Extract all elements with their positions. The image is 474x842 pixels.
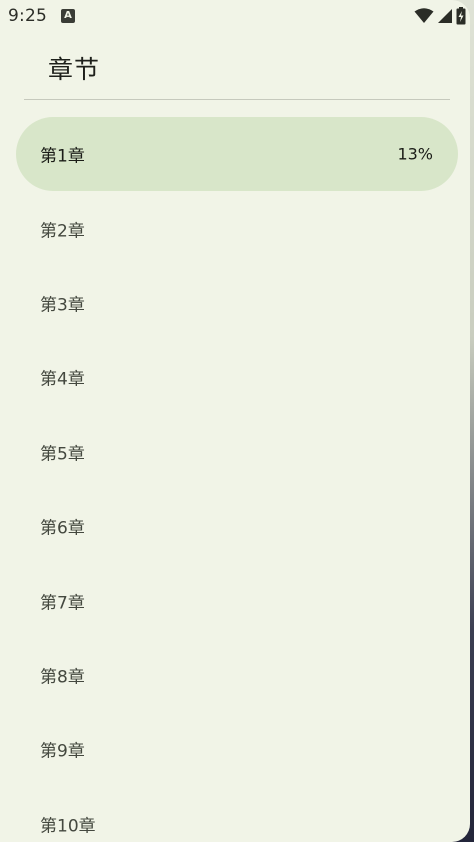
- wifi-icon: [414, 8, 434, 24]
- chapter-item[interactable]: 第2章: [16, 191, 458, 265]
- chapter-label: 第3章: [40, 295, 85, 316]
- chapter-label: 第7章: [40, 593, 85, 614]
- cellular-signal-icon: [437, 8, 453, 24]
- chapter-label: 第4章: [40, 369, 85, 390]
- chapter-item[interactable]: 第9章: [16, 712, 458, 786]
- title-divider: [24, 99, 450, 100]
- chapter-item[interactable]: 第3章: [16, 266, 458, 340]
- notification-a-icon: A: [61, 9, 75, 23]
- chapter-item[interactable]: 第10章: [16, 787, 458, 842]
- chapter-label: 第1章: [40, 146, 85, 167]
- chapter-item[interactable]: 第5章: [16, 415, 458, 489]
- status-icons: [414, 7, 466, 25]
- chapter-item[interactable]: 第8章: [16, 638, 458, 712]
- chapter-label: 第10章: [40, 816, 96, 837]
- chapter-label: 第9章: [40, 741, 85, 762]
- status-bar: 9:25 A: [0, 0, 470, 32]
- drawer-title: 章节: [48, 55, 101, 84]
- chapter-item[interactable]: 第1章 13%: [16, 117, 458, 192]
- status-time: 9:25: [8, 6, 47, 26]
- battery-charging-icon: [456, 7, 466, 25]
- chapter-label: 第2章: [40, 221, 85, 242]
- chapter-progress: 13%: [397, 144, 433, 164]
- chapter-drawer: 9:25 A 章节 第1章 13% 第2章 第3章第4章 第5章 第6章 第7章…: [0, 0, 470, 842]
- chapter-item[interactable]: 第7章: [16, 563, 458, 637]
- chapter-label: 第5章: [40, 444, 85, 465]
- chapter-label: 第8章: [40, 667, 85, 688]
- chapter-item[interactable]: 第6章: [16, 489, 458, 563]
- chapter-list: 第1章 13% 第2章第3章第4章第5章第6章第7章第8章第9章第10章: [0, 117, 470, 842]
- chapter-item[interactable]: 第4章: [16, 340, 458, 414]
- chapter-label: 第6章: [40, 518, 85, 539]
